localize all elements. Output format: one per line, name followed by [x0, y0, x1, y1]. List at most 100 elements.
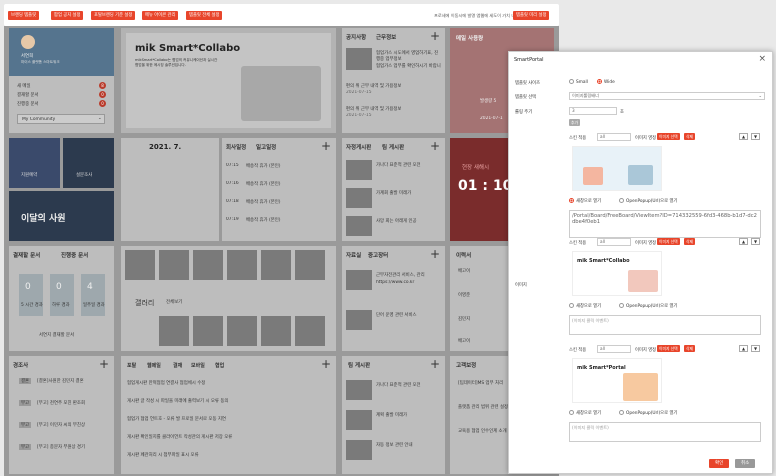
open-new-window-radio[interactable]: 새창으로 열기 — [569, 198, 601, 204]
add-icon[interactable]: + — [430, 357, 440, 371]
move-up-icon[interactable]: ▲ — [739, 133, 748, 140]
size-wide-radio[interactable]: Wide — [597, 79, 615, 85]
add-icon[interactable]: + — [430, 139, 440, 153]
data-item[interactable]: https://www.co.kr — [376, 280, 441, 285]
link-url-textarea[interactable]: /Portal/Board/FreeBoard/ViewItem?ID=7143… — [569, 210, 761, 238]
move-down-icon[interactable]: ▼ — [751, 345, 760, 352]
move-down-icon[interactable]: ▼ — [751, 238, 760, 245]
data-item[interactable]: 단어 운영 관련 서비스 — [376, 312, 441, 318]
gallery-thumb[interactable] — [159, 250, 189, 280]
board-item[interactable]: 가나다 표준적 관련 오전 — [376, 162, 421, 168]
slot-skin-select[interactable]: all — [597, 238, 631, 246]
board-item[interactable]: 사망 회는 아래게 인공 — [376, 218, 417, 224]
move-down-icon[interactable]: ▼ — [751, 133, 760, 140]
tab-webmail[interactable]: 웹메일 — [147, 362, 161, 369]
confirm-button[interactable]: 확인 — [709, 459, 730, 468]
profile-item-label[interactable]: 진행중 문서 — [17, 101, 39, 107]
approval-box[interactable]: 0 5 시간 경과 — [19, 274, 43, 316]
tab-approval[interactable]: 결재할 문서 — [13, 251, 40, 259]
tab-personal-schedule[interactable]: 일고일정 — [256, 143, 276, 151]
event-item[interactable]: [부고] 종문자 부원상 경기 — [37, 444, 85, 450]
image-select-button[interactable]: 이미지 선택 — [657, 345, 680, 352]
notice-item[interactable]: 협업가스 업무를 확인하시기 바랍니다. — [376, 63, 441, 69]
open-new-window-radio[interactable]: 새창으로 열기 — [569, 410, 601, 416]
delete-button[interactable]: 삭제 — [684, 345, 695, 352]
approval-box[interactable]: 0 하루 경과 — [50, 274, 74, 316]
community-select[interactable]: My Community ⌄ — [17, 114, 105, 124]
tab-market[interactable]: 중고장터 — [368, 251, 388, 259]
gallery-more[interactable]: 전체보기 — [166, 299, 182, 305]
gallery-thumb[interactable] — [295, 316, 325, 346]
tab-in-progress[interactable]: 진행중 문서 — [61, 251, 88, 259]
tab-notice[interactable]: 공지사항 — [346, 33, 366, 41]
resume-item[interactable]: 배고이 — [458, 338, 470, 344]
team-item[interactable]: 자동 정보 관련 안내 — [376, 442, 413, 448]
tab-team-board[interactable]: 팀 게시판 — [382, 143, 404, 151]
link-url-textarea[interactable]: (이미지 클릭 이벤트) — [569, 422, 761, 442]
gallery-thumb[interactable] — [227, 316, 257, 346]
gallery-thumb[interactable] — [159, 316, 189, 346]
event-item[interactable]: [부고] 천연주 모친 판조회 — [37, 400, 85, 406]
tab-mobile[interactable]: 모바일 — [191, 362, 205, 369]
gallery-thumb[interactable] — [125, 250, 155, 280]
gallery-thumb[interactable] — [193, 316, 223, 346]
event-item[interactable]: [결혼]사원한 김민지 결혼 — [37, 378, 84, 384]
add-icon[interactable]: + — [321, 139, 331, 153]
tab-approval[interactable]: 결재 — [173, 362, 182, 369]
close-icon[interactable]: × — [758, 54, 766, 64]
add-icon[interactable]: + — [430, 29, 440, 43]
tab-free-board[interactable]: 자정게시판 — [346, 143, 371, 151]
gallery-thumb[interactable] — [295, 250, 325, 280]
cancel-button[interactable]: 취소 — [735, 459, 756, 468]
open-new-window-radio[interactable]: 새창으로 열기 — [569, 303, 601, 309]
customer-item[interactable]: 플랫폼 관리 범위 관련 설정 — [458, 404, 508, 410]
schedule-item[interactable]: 배송작 휴가 (본인) — [246, 217, 281, 223]
customer-item[interactable]: 교육용 협업 인수인계 소개 — [458, 428, 507, 434]
tab-collab[interactable]: 협업 — [215, 362, 224, 369]
size-small-radio[interactable]: Small — [569, 79, 588, 85]
add-icon[interactable]: + — [430, 247, 440, 261]
add-icon[interactable]: + — [99, 357, 109, 371]
profile-item-label[interactable]: 결재할 문서 — [17, 92, 39, 98]
add-icon[interactable]: + — [321, 357, 331, 371]
team-item[interactable]: 계획 출발 미래가 — [376, 412, 407, 418]
notice-item[interactable]: 편의 위 근무 내역 및 가용정보 — [346, 83, 401, 89]
employee-tile[interactable]: 이달의 사원 — [9, 191, 114, 241]
gallery-thumb[interactable] — [261, 316, 291, 346]
profile-item-label[interactable]: 새 메일 — [17, 83, 31, 89]
slot-skin-select[interactable]: all — [597, 133, 631, 141]
open-popup-radio[interactable]: OpenPopup(Url)으로 열기 — [619, 198, 677, 204]
tab-company-schedule[interactable]: 회사일정 — [226, 143, 246, 151]
tab-portal[interactable]: 포탈 — [127, 362, 136, 369]
schedule-item[interactable]: 배송작 휴가 (본인) — [246, 199, 281, 205]
team-item[interactable]: 가나다 표준적 관련 오전 — [376, 382, 421, 388]
open-popup-radio[interactable]: OpenPopup(Url)으로 열기 — [619, 410, 677, 416]
approval-box[interactable]: 4 일주일 경과 — [81, 274, 105, 316]
portal-branding-button[interactable]: 포탈브랜딩 기준 설정 — [91, 11, 136, 20]
link-url-textarea[interactable]: (이미지 클릭 이벤트) — [569, 315, 761, 335]
recent-row[interactable]: 협업가 협업 언트호 - 오류 발 프로일 문서로 오동 지연 — [127, 416, 262, 422]
reservation-tile[interactable]: 지원예약 — [9, 138, 60, 188]
move-up-icon[interactable]: ▲ — [739, 238, 748, 245]
resume-item[interactable]: 김민지 — [458, 316, 470, 322]
resume-item[interactable]: 이영준 — [458, 292, 470, 298]
recent-row[interactable]: 게시판 글 작성 시 파일을 미래에 출력보기 시 오류 동의 — [127, 398, 262, 404]
gallery-thumb[interactable] — [193, 250, 223, 280]
gallery-thumb[interactable] — [261, 250, 291, 280]
data-item[interactable]: 근무자전관리 서비스, 관리 — [376, 272, 441, 278]
move-up-icon[interactable]: ▲ — [739, 345, 748, 352]
tab-data-room[interactable]: 자료실 — [346, 251, 361, 259]
delete-button[interactable]: 삭제 — [684, 133, 695, 140]
notice-item[interactable]: 편의 위 근무 내역 및 가용정보 — [346, 106, 401, 112]
open-popup-radio[interactable]: OpenPopup(Url)으로 열기 — [619, 303, 677, 309]
delete-button[interactable]: 삭제 — [684, 238, 695, 245]
rolling-input[interactable]: 3 — [569, 107, 617, 115]
board-item[interactable]: 가계회 출발 미래가 — [376, 190, 411, 196]
schedule-item[interactable]: 배송작 휴가 (본인) — [246, 163, 281, 169]
image-select-button[interactable]: 이미지 선택 — [657, 238, 680, 245]
template-preview-button[interactable]: 템플릿 미리 설정 — [513, 11, 550, 20]
schedule-item[interactable]: 배송작 휴가 (본인) — [246, 181, 281, 187]
slot-skin-select[interactable]: all — [597, 345, 631, 353]
gallery-thumb[interactable] — [227, 250, 257, 280]
tab-work[interactable]: 근무정보 — [376, 33, 396, 41]
